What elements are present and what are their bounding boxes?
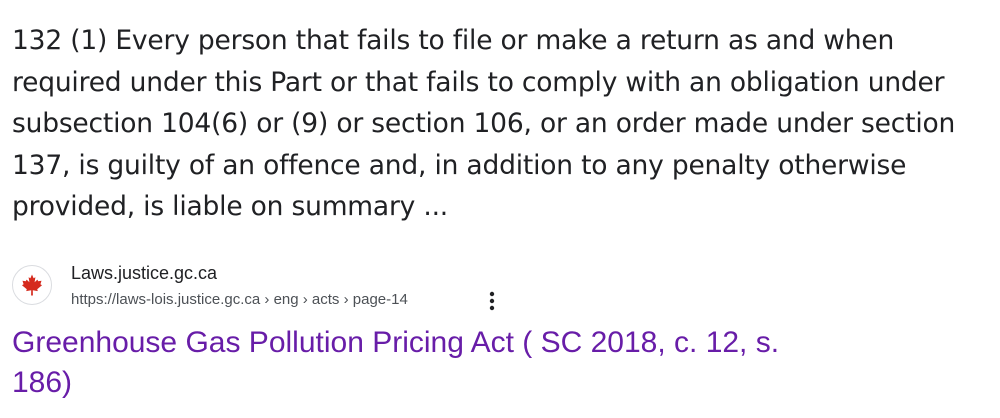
site-name[interactable]: Laws.justice.gc.ca <box>71 262 217 284</box>
result-snippet: 132 (1) Every person that fails to file … <box>12 20 987 228</box>
snippet-line: subsection 104(6) or (9) or section 106,… <box>12 108 956 139</box>
vertical-dots-icon <box>489 291 495 311</box>
result-title-line[interactable]: Greenhouse Gas Pollution Pricing Act ( S… <box>12 326 779 359</box>
snippet-line: provided, is liable on summary ... <box>12 191 449 222</box>
result-title-line[interactable]: 186) <box>12 366 72 399</box>
snippet-line: required under this Part or that fails t… <box>12 66 945 98</box>
maple-leaf-icon <box>22 274 42 296</box>
result-source[interactable]: Laws.justice.gc.ca https://laws-lois.jus… <box>12 262 612 313</box>
snippet-line: 132 (1) Every person that fails to file … <box>12 25 895 56</box>
snippet-line: 137, is guilty of an offence and, in add… <box>12 149 907 181</box>
result-title-link[interactable]: Greenhouse Gas Pollution Pricing Act ( S… <box>12 323 892 403</box>
site-favicon[interactable] <box>12 265 52 305</box>
more-options-button[interactable] <box>482 289 502 313</box>
site-url-breadcrumb[interactable]: https://laws-lois.justice.gc.ca › eng › … <box>71 290 408 310</box>
